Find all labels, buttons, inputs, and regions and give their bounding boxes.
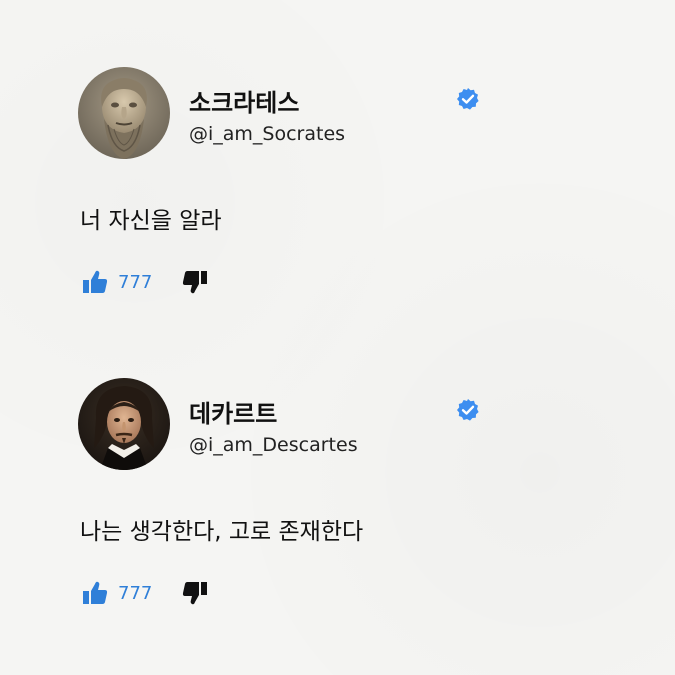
post-text: 나는 생각한다, 고로 존재한다 [80, 519, 364, 545]
post-actions: 777 [82, 267, 208, 297]
post-card: 소크라테스 @i_am_Socrates 너 자신을 알라 777 [78, 67, 498, 294]
dislike-button[interactable] [182, 269, 208, 295]
thumbs-up-icon [83, 581, 108, 604]
thumbs-down-icon [183, 582, 208, 605]
post-header: 소크라테스 @i_am_Socrates [78, 67, 498, 159]
author-handle: @i_am_Descartes [189, 434, 358, 456]
like-button[interactable]: 777 [82, 269, 152, 295]
verified-badge-icon [457, 88, 479, 110]
post-actions: 777 [82, 578, 208, 608]
post-text: 너 자신을 알라 [80, 208, 222, 234]
author-name[interactable]: 데카르트 [189, 394, 277, 429]
like-count: 777 [118, 271, 153, 293]
page: 소크라테스 @i_am_Socrates 너 자신을 알라 777 데카르트 @… [0, 0, 675, 675]
like-button[interactable]: 777 [82, 580, 152, 606]
like-count: 777 [118, 582, 153, 604]
thumbs-up-icon [83, 270, 108, 293]
avatar-socrates[interactable] [78, 67, 170, 159]
post-card: 데카르트 @i_am_Descartes 나는 생각한다, 고로 존재한다 77… [78, 378, 498, 605]
author-handle: @i_am_Socrates [189, 123, 346, 145]
author-name[interactable]: 소크라테스 [189, 83, 299, 118]
post-header: 데카르트 @i_am_Descartes [78, 378, 498, 470]
thumbs-down-icon [183, 271, 208, 294]
avatar-descartes[interactable] [78, 378, 170, 470]
verified-badge-icon [457, 399, 479, 421]
dislike-button[interactable] [182, 580, 208, 606]
